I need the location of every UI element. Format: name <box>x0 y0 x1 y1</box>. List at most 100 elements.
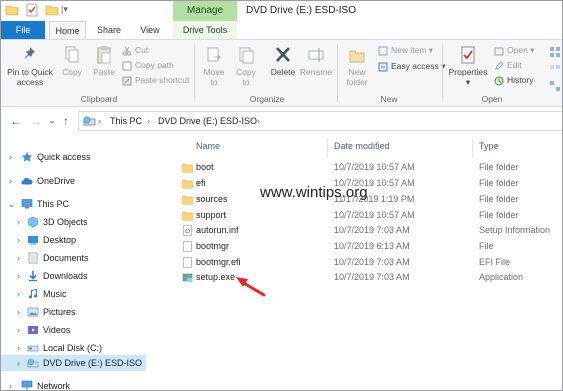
recent-locations-chevron-icon[interactable]: ⌄ <box>45 114 59 128</box>
history-label: History <box>507 75 534 85</box>
ribbon-separator <box>337 44 338 102</box>
edit-button[interactable]: Edit <box>494 59 522 71</box>
folder-icon <box>182 211 193 221</box>
column-divider[interactable] <box>327 139 328 157</box>
breadcrumb-separator: › <box>147 116 150 126</box>
cut-button[interactable]: Cut <box>122 44 148 56</box>
file-row[interactable]: autorun.inf 10/7/2019 7:03 AM Setup Info… <box>146 223 562 238</box>
forward-arrow-icon[interactable]: → <box>29 114 43 128</box>
file-row[interactable]: bootmgr.efi 10/7/2019 7:03 AM EFI File <box>146 255 562 270</box>
collapse-chevron-icon[interactable]: ⌄ <box>8 196 16 212</box>
new-folder-icon[interactable] <box>45 3 59 17</box>
move-to-button[interactable]: Move to <box>200 45 228 87</box>
tab-view[interactable]: View <box>131 21 169 39</box>
properties-check-icon[interactable] <box>25 3 39 17</box>
tab-share[interactable]: Share <box>89 21 129 39</box>
dvd-drive-icon <box>83 116 96 126</box>
new-item-button[interactable]: New item ▾ <box>378 44 433 56</box>
sidebar-item-quick-access[interactable]: › Quick access <box>1 149 146 165</box>
expand-chevron-icon[interactable]: › <box>17 250 20 266</box>
file-type: File folder <box>479 194 519 204</box>
select-none-icon[interactable] <box>549 64 561 76</box>
file-row[interactable]: bootmgr 10/7/2019 6:13 AM File <box>146 239 562 254</box>
window-title: DVD Drive (E:) ESD-ISO <box>246 5 357 16</box>
sidebar-item-onedrive[interactable]: › OneDrive <box>1 173 146 189</box>
sidebar-item-local-disk[interactable]: › Local Disk (C:) <box>1 340 146 356</box>
expand-chevron-icon[interactable]: › <box>9 173 12 189</box>
address-bar[interactable]: › This PC › DVD Drive (E:) ESD-ISO › <box>78 111 562 131</box>
sidebar-item-documents[interactable]: › Documents <box>1 250 146 266</box>
history-button[interactable]: History <box>494 74 533 86</box>
rename-button[interactable]: Rename <box>299 45 333 77</box>
tab-drive-tools[interactable]: Drive Tools <box>173 21 237 39</box>
videos-icon <box>28 326 38 334</box>
folder-icon[interactable] <box>5 3 19 17</box>
properties-check-icon <box>461 46 475 64</box>
easy-access-icon <box>378 62 388 72</box>
expand-chevron-icon[interactable]: › <box>9 378 12 390</box>
cube-icon <box>28 216 38 228</box>
column-header-date[interactable]: Date modified <box>334 139 390 153</box>
quick-access-dropdown[interactable]: |▾ <box>61 4 68 15</box>
ribbon-tabs: File Home Share View Drive Tools <box>1 21 562 39</box>
file-row[interactable]: boot 10/7/2019 10:57 AM File folder <box>146 160 562 175</box>
column-header-name[interactable]: Name <box>196 139 220 153</box>
expand-chevron-icon[interactable]: › <box>17 355 20 371</box>
expand-chevron-icon[interactable]: › <box>9 149 12 165</box>
copy-to-button[interactable]: Copy to <box>232 45 260 87</box>
select-all-icon[interactable] <box>549 46 561 58</box>
sidebar-item-pictures[interactable]: › Pictures <box>1 304 146 320</box>
file-type: Setup Information <box>479 225 551 235</box>
copy-path-button[interactable]: Copy path <box>122 59 174 71</box>
breadcrumb-this-pc[interactable]: This PC <box>110 112 142 130</box>
sidebar-item-music[interactable]: › Music <box>1 286 146 302</box>
tab-home[interactable]: Home <box>49 21 86 39</box>
cloud-icon <box>21 177 33 185</box>
copy-button[interactable]: Copy <box>59 45 85 77</box>
expand-chevron-icon[interactable]: › <box>17 214 20 230</box>
file-date: 10/7/2019 7:03 AM <box>334 257 410 267</box>
pin-to-quick-access-button[interactable]: Pin to Quick access <box>4 45 56 87</box>
new-folder-button[interactable]: New folder <box>341 45 373 87</box>
expand-chevron-icon[interactable]: › <box>17 322 20 338</box>
expand-chevron-icon[interactable]: › <box>17 304 20 320</box>
column-header-type[interactable]: Type <box>479 139 499 153</box>
open-icon <box>494 47 504 56</box>
sidebar-item-downloads[interactable]: › Downloads <box>1 268 146 284</box>
expand-chevron-icon[interactable]: › <box>17 340 20 356</box>
easy-access-button[interactable]: Easy access ▾ <box>378 60 445 72</box>
file-name: bootmgr.efi <box>196 257 241 267</box>
column-divider[interactable] <box>472 139 473 157</box>
open-button[interactable]: Open ▾ <box>494 44 534 56</box>
pin-icon <box>25 47 35 59</box>
sidebar-item-videos[interactable]: › Videos <box>1 322 146 338</box>
file-row[interactable]: support 10/7/2019 10:57 AM File folder <box>146 208 562 223</box>
paste-button[interactable]: Paste <box>89 45 119 77</box>
rename-label: Rename <box>299 67 333 77</box>
download-icon <box>29 271 37 282</box>
expand-chevron-icon[interactable]: › <box>17 268 20 284</box>
sidebar-item-dvd-drive[interactable]: › DVD Drive (E:) ESD-ISO <box>1 355 146 371</box>
sidebar-item-3d-objects[interactable]: › 3D Objects <box>1 214 146 230</box>
manage-context-tab[interactable]: Manage <box>173 1 237 21</box>
organize-group-label: Organize <box>249 94 285 104</box>
invert-selection-icon[interactable] <box>549 80 561 92</box>
sidebar-item-label: Music <box>43 289 67 299</box>
sidebar-item-this-pc[interactable]: ⌄ This PC <box>1 196 146 212</box>
new-folder-label: New folder <box>346 67 368 87</box>
breadcrumb-separator: › <box>257 116 260 126</box>
copy-to-icon <box>239 47 254 64</box>
expand-chevron-icon[interactable]: › <box>17 232 20 248</box>
tab-file[interactable]: File <box>1 21 45 39</box>
expand-chevron-icon[interactable]: › <box>17 286 20 302</box>
sidebar-item-label: This PC <box>37 199 70 209</box>
sidebar-item-network[interactable]: › Network <box>1 378 146 390</box>
delete-button[interactable]: Delete <box>267 45 299 77</box>
up-arrow-icon[interactable]: ↑ <box>59 114 73 128</box>
file-row[interactable]: setup.exe 10/7/2019 7:03 AM Application <box>146 270 562 285</box>
breadcrumb-dvd-drive[interactable]: DVD Drive (E:) ESD-ISO <box>158 112 257 130</box>
sidebar-item-desktop[interactable]: › Desktop <box>1 232 146 248</box>
paste-shortcut-button[interactable]: Paste shortcut <box>122 74 189 86</box>
properties-button[interactable]: Properties ▾ <box>447 45 489 87</box>
back-arrow-icon[interactable]: ← <box>9 114 23 128</box>
